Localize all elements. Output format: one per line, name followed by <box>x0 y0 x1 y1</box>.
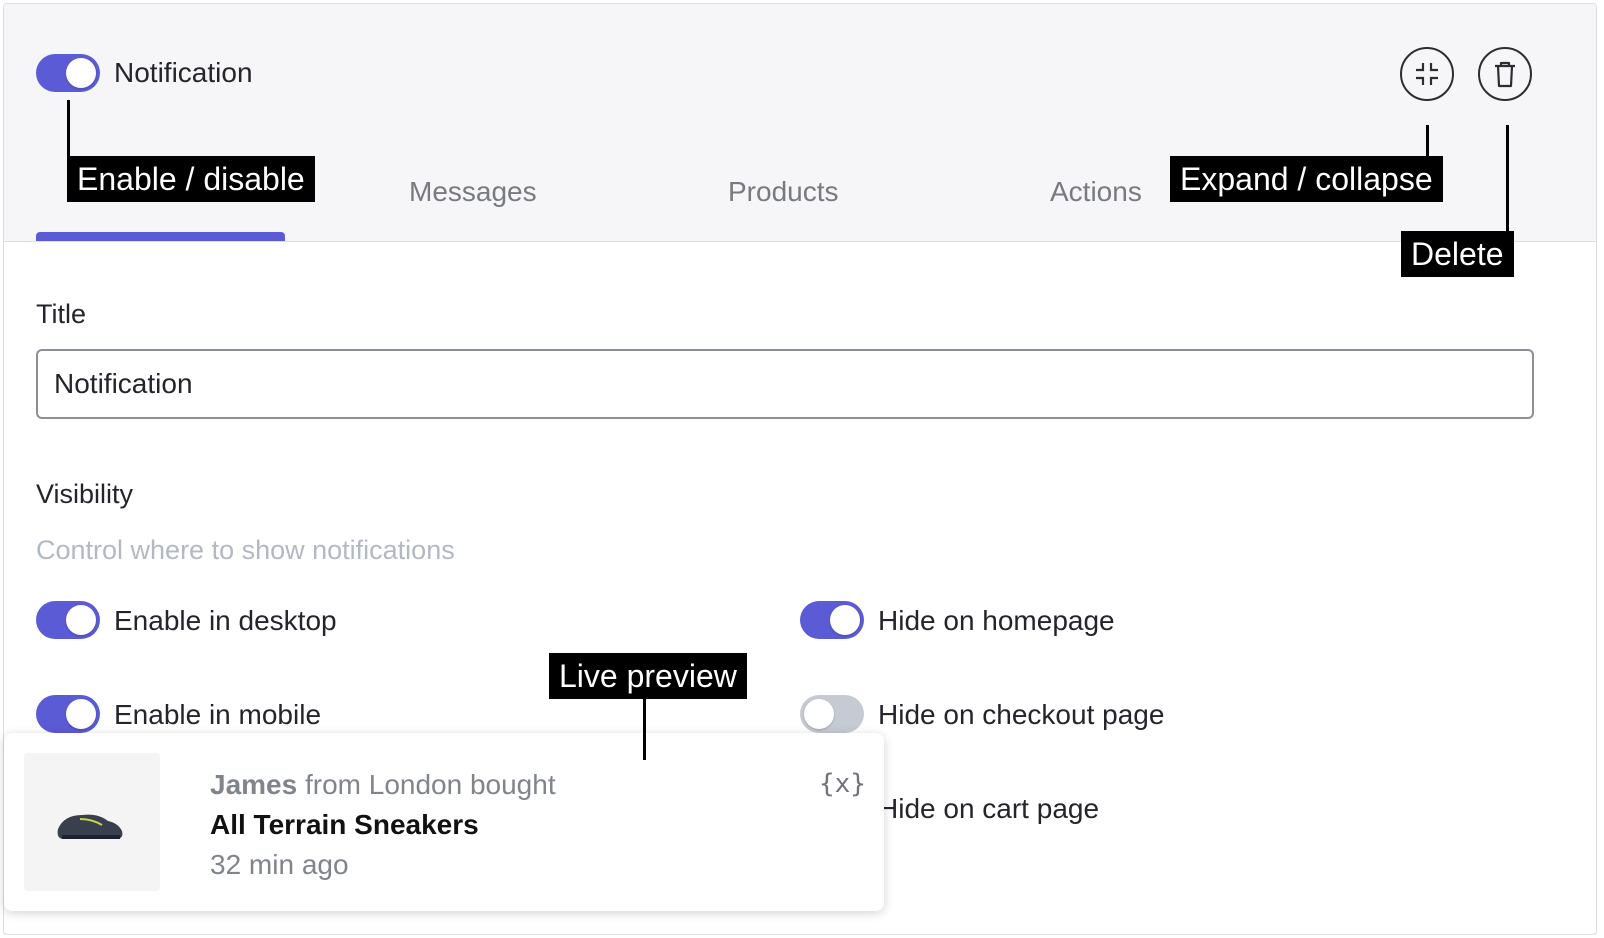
annotation-line-expand <box>1426 125 1429 157</box>
enable-desktop-toggle[interactable] <box>36 601 100 639</box>
title-field-label: Title <box>36 299 87 329</box>
sneaker-image <box>57 814 123 839</box>
annotation-line-enable <box>67 100 70 158</box>
visibility-heading: Visibility <box>36 479 134 509</box>
annotation-enable-disable: Enable / disable <box>67 156 315 202</box>
product-thumbnail <box>24 753 160 891</box>
preview-product-name: All Terrain Sneakers <box>210 809 479 840</box>
hide-homepage-toggle[interactable] <box>800 601 864 639</box>
collapse-icon <box>1416 63 1438 85</box>
notification-toggle-label: Notification <box>114 57 253 88</box>
buyer-name: James <box>210 769 298 800</box>
collapse-button[interactable] <box>1400 47 1454 101</box>
card-header: Notification Messages Products Actions e <box>4 4 1596 242</box>
annotation-delete: Delete <box>1401 231 1514 277</box>
annotation-line-preview <box>643 698 646 760</box>
enable-mobile-toggle[interactable] <box>36 695 100 733</box>
hide-cart-label: Hide on cart page <box>878 793 1100 824</box>
annotation-live-preview: Live preview <box>549 653 747 699</box>
active-tab-indicator <box>36 232 285 241</box>
tab-actions[interactable]: Actions <box>1050 178 1142 206</box>
variable-icon[interactable]: {x} <box>819 769 866 799</box>
enable-mobile-label: Enable in mobile <box>114 699 322 730</box>
tab-products[interactable]: Products <box>728 178 839 206</box>
annotation-expand-collapse: Expand / collapse <box>1170 156 1443 202</box>
preview-buyer-line: James from London bought <box>210 769 556 801</box>
enable-desktop-label: Enable in desktop <box>114 605 337 636</box>
hide-checkout-toggle[interactable] <box>800 695 864 733</box>
title-input[interactable] <box>36 349 1534 419</box>
hide-checkout-label: Hide on checkout page <box>878 699 1165 730</box>
tab-messages[interactable]: Messages <box>409 178 537 206</box>
hide-homepage-label: Hide on homepage <box>878 605 1115 636</box>
buyer-location: from London bought <box>304 769 556 800</box>
annotation-line-delete <box>1506 125 1509 231</box>
notification-enable-toggle[interactable] <box>36 54 100 92</box>
delete-button[interactable] <box>1478 47 1532 101</box>
visibility-hint: Control where to show notifications <box>36 535 455 565</box>
preview-time: 32 min ago <box>210 849 349 880</box>
trash-icon <box>1495 61 1515 88</box>
live-preview-popup: James from London bought All Terrain Sne… <box>4 733 884 911</box>
